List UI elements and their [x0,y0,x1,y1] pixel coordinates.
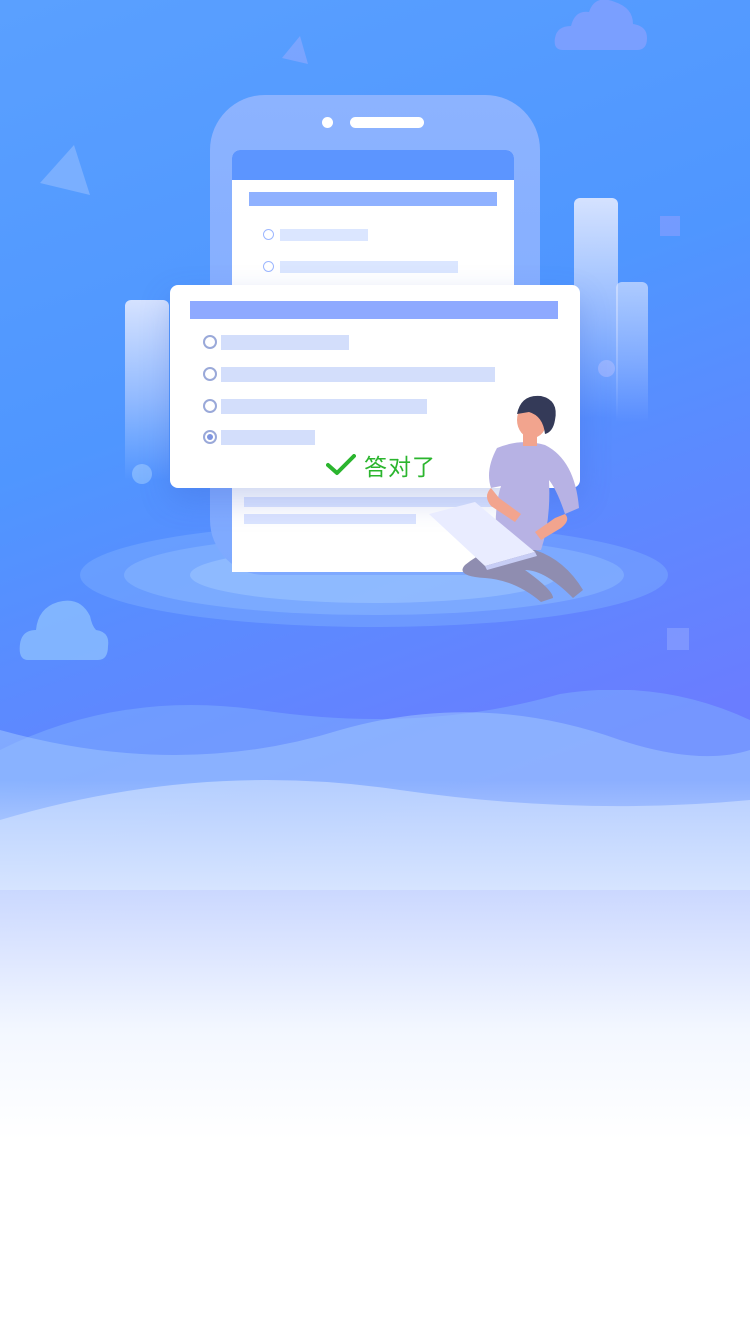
quiz-result: 答对了 [326,449,436,481]
quiz-option-bar [221,430,315,445]
square-icon [667,628,689,650]
screen-option-bar [280,261,458,273]
screen-option-bar [280,229,368,241]
triangle-icon [40,145,90,195]
person-with-laptop-icon [429,395,583,602]
splash-screen: 答对了 [0,0,750,1334]
checkmark-icon [326,454,356,475]
screen-row-bar [244,514,416,524]
phone-camera [322,117,333,128]
radio-icon [203,335,217,349]
quiz-question-bar [190,301,558,319]
radio-selected-icon [203,430,217,444]
phone-speaker [350,117,424,128]
triangle-icon [282,36,308,64]
pillar-decoration [616,282,648,422]
cloud-icon [554,0,647,50]
radio-icon [263,261,274,272]
radio-icon [203,367,217,381]
screen-header [232,150,514,180]
square-icon [660,216,680,236]
bottom-fade [0,780,750,1334]
pillar-decoration [574,198,618,418]
screen-question-bar [249,192,497,206]
quiz-option-bar [221,367,495,382]
radio-icon [203,399,217,413]
pillar-decoration [125,300,169,480]
radio-icon [263,229,274,240]
quiz-option-bar [221,399,427,414]
quiz-option-bar [221,335,349,350]
